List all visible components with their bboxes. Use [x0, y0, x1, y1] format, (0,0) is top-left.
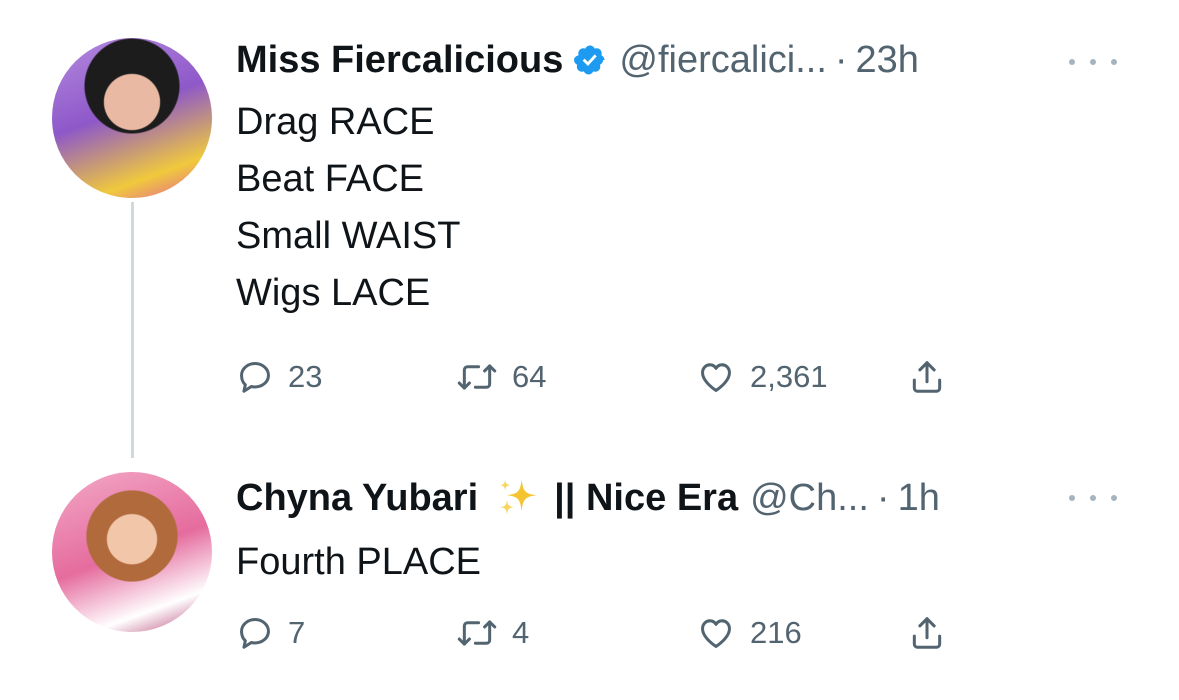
tweet-text: Fourth PLACE — [236, 534, 481, 591]
like-button[interactable]: 216 — [696, 608, 802, 658]
share-button[interactable] — [908, 608, 946, 658]
display-name[interactable]: Miss Fiercalicious — [236, 39, 563, 82]
like-button[interactable]: 2,361 — [696, 352, 828, 402]
more-dots-icon[interactable] — [1069, 42, 1117, 82]
separator-dot: · — [834, 38, 848, 81]
avatar[interactable] — [52, 38, 212, 198]
tweet[interactable]: Chyna Yubari || Nice Era @Ch... · 1h Fou… — [0, 460, 1179, 700]
speech-bubble-icon — [240, 362, 270, 393]
sparkles-emoji-icon — [496, 476, 540, 520]
separator-dot: · — [876, 476, 890, 519]
more-dots-icon[interactable] — [1069, 478, 1117, 518]
retweet-count: 64 — [512, 359, 547, 394]
retweet-count: 4 — [512, 615, 530, 650]
share-upload-icon — [912, 617, 942, 649]
user-handle[interactable]: @fiercalici... — [619, 39, 827, 82]
tweet-header: Miss Fiercalicious @fiercalici... · 23h — [236, 30, 919, 90]
display-name[interactable]: Chyna Yubari — [236, 477, 478, 520]
verified-badge-icon — [573, 43, 607, 77]
like-count: 216 — [750, 615, 802, 650]
speech-bubble-icon — [240, 618, 270, 649]
timestamp[interactable]: 23h — [856, 39, 919, 82]
thread-connector-line — [131, 202, 134, 458]
share-button[interactable] — [908, 352, 946, 402]
tweet-text-line: Drag RACE — [236, 101, 435, 143]
tweet-header: Chyna Yubari || Nice Era @Ch... · 1h — [236, 468, 940, 528]
avatar[interactable] — [52, 472, 212, 632]
retweet-button[interactable]: 64 — [456, 352, 546, 402]
tweet-actions: 7 4 216 — [236, 608, 996, 658]
tweet-text-line: Small WAIST — [236, 215, 461, 257]
tweet-actions: 23 64 2,361 — [236, 352, 996, 402]
tweet[interactable]: Miss Fiercalicious @fiercalici... · 23h … — [0, 0, 1179, 460]
display-name-suffix[interactable]: || Nice Era — [554, 477, 738, 520]
tweet-text-line: Beat FACE — [236, 158, 424, 200]
reply-button[interactable]: 7 — [236, 608, 305, 658]
tweet-text-line: Wigs LACE — [236, 272, 431, 314]
reply-count: 23 — [288, 359, 323, 394]
reply-count: 7 — [288, 615, 306, 650]
tweet-text: Drag RACE Beat FACE Small WAIST Wigs LAC… — [236, 94, 461, 322]
reply-button[interactable]: 23 — [236, 352, 322, 402]
heart-icon — [701, 619, 731, 648]
heart-icon — [701, 363, 731, 392]
retweet-arrows-icon — [457, 620, 497, 646]
tweet-text-line: Fourth PLACE — [236, 541, 481, 583]
like-count: 2,361 — [750, 359, 828, 394]
timestamp[interactable]: 1h — [898, 477, 940, 520]
user-handle[interactable]: @Ch... — [750, 477, 869, 520]
retweet-arrows-icon — [457, 364, 497, 390]
retweet-button[interactable]: 4 — [456, 608, 529, 658]
share-upload-icon — [912, 361, 942, 393]
